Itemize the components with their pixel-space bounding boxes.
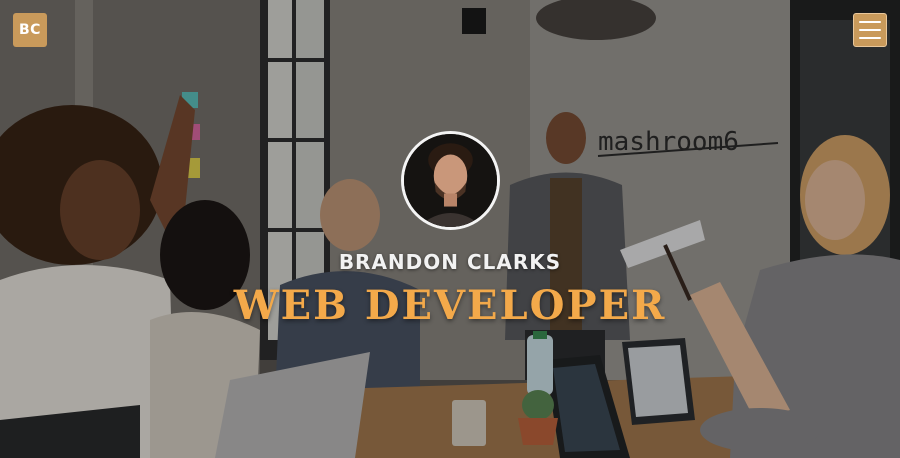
- hamburger-menu-icon: [859, 21, 881, 23]
- hero-section: mashroom6 BC BRANDON CLARKS WEB DEVELOPE…: [0, 0, 900, 458]
- hamburger-menu-icon-bar: [859, 37, 881, 39]
- profile-avatar: [401, 131, 500, 230]
- logo-badge[interactable]: BC: [13, 13, 47, 47]
- menu-toggle-button[interactable]: [853, 13, 887, 47]
- person-role: WEB DEVELOPER: [233, 282, 667, 329]
- person-name: BRANDON CLARKS: [338, 250, 562, 274]
- hamburger-menu-icon-bar: [859, 29, 881, 31]
- avatar-portrait-image: [404, 134, 497, 227]
- logo-text: BC: [19, 22, 41, 38]
